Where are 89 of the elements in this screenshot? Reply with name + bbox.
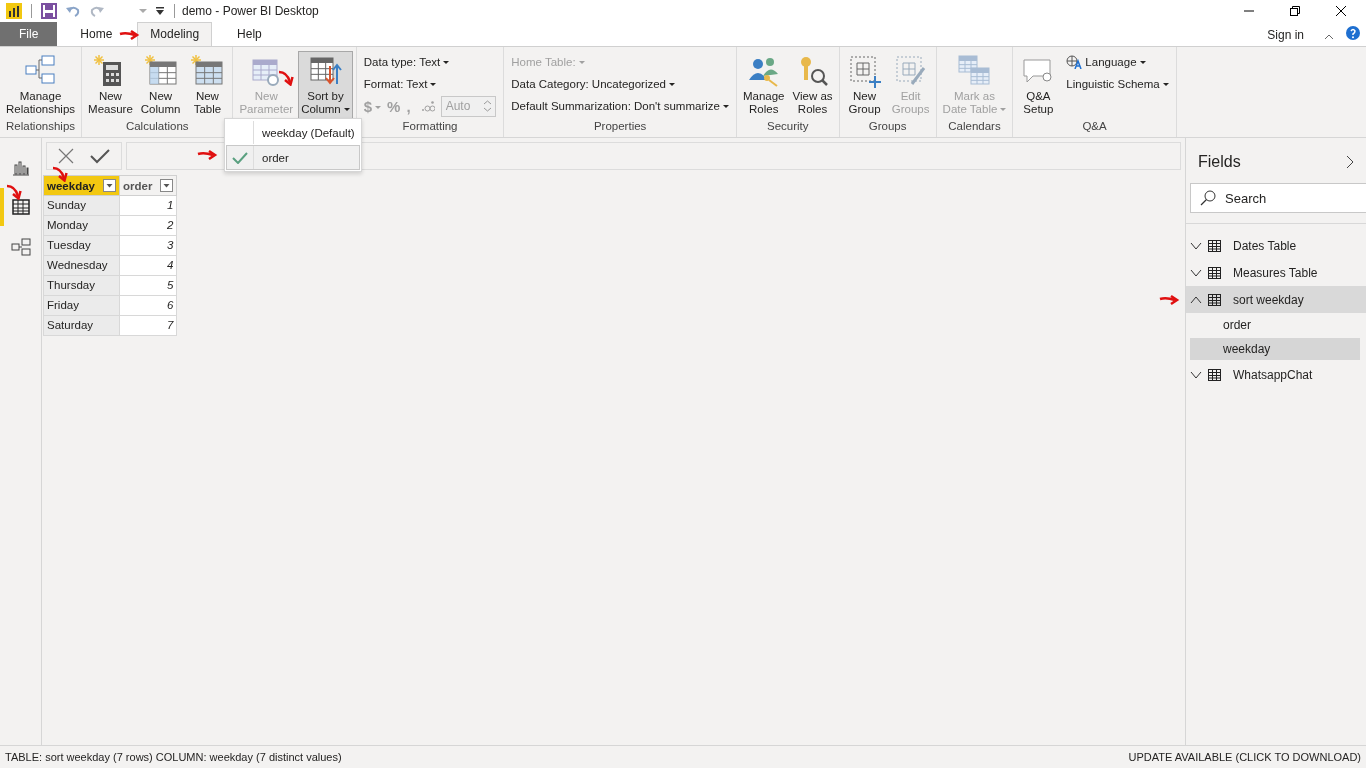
dropdown-button[interactable]: Linguistic Schema — [1062, 73, 1173, 95]
table-cell: Sunday — [43, 195, 120, 216]
help-icon — [1346, 26, 1360, 40]
table-cell: Monday — [43, 215, 120, 236]
table-icon — [1208, 293, 1221, 306]
ribbon-button[interactable]: New Column — [137, 51, 184, 119]
dropdown-button[interactable]: Data type: Text — [359, 51, 454, 73]
status-text: TABLE: sort weekday (7 rows) COLUMN: weekday (7 distinct values) — [5, 751, 342, 763]
group-label: Groups — [867, 120, 908, 134]
menu-item[interactable]: weekday (Default) — [226, 120, 360, 145]
customize-icon — [155, 6, 165, 16]
table-cell: Friday — [43, 295, 120, 316]
calendar-table-icon — [957, 54, 992, 88]
table-cell: Wednesday — [43, 255, 120, 276]
ribbon-tab[interactable]: Help — [232, 22, 267, 46]
group-label: Q&A — [1081, 120, 1108, 134]
table-cell: Saturday — [43, 315, 120, 336]
expand-icon — [1346, 155, 1354, 169]
filter-dropdown-icon — [103, 179, 116, 192]
ribbon-button[interactable]: View as Roles — [789, 51, 836, 119]
expand-icon — [1190, 241, 1202, 250]
caret-icon — [375, 106, 382, 110]
new-column-icon — [143, 54, 178, 88]
table-cell: Thursday — [43, 275, 120, 296]
collapse-icon — [1190, 295, 1202, 304]
restore-icon — [1290, 6, 1300, 16]
decimal-places-icon — [420, 100, 435, 112]
group-label: Security — [766, 120, 810, 134]
group-label: Formatting — [401, 120, 459, 134]
annotation-arrow — [278, 70, 294, 86]
close-icon — [1336, 6, 1346, 16]
field-table-item[interactable]: Measures Table — [1186, 259, 1366, 286]
field-table-item[interactable]: WhatsappChat — [1186, 361, 1366, 388]
filter-dropdown-icon — [160, 179, 174, 192]
annotation-arrow — [118, 28, 140, 42]
table-icon — [1208, 266, 1221, 279]
group-label: Calculations — [124, 120, 190, 134]
expand-icon — [1190, 268, 1202, 277]
table-icon — [1208, 368, 1221, 381]
data-view-icon — [10, 197, 31, 217]
annotation-arrow — [196, 148, 218, 162]
caret-icon — [139, 8, 147, 14]
ribbon-tab[interactable]: Home — [75, 22, 118, 46]
cancel-icon — [58, 148, 74, 164]
dropdown-button[interactable]: Language — [1062, 51, 1173, 73]
search-field[interactable]: Search — [1190, 183, 1366, 213]
pane-title: Fields — [1198, 153, 1241, 171]
group-label: Properties — [592, 120, 648, 134]
checkmark-icon — [232, 151, 248, 164]
table-icon — [1208, 239, 1221, 252]
annotation-arrow — [52, 166, 68, 182]
ribbon-button[interactable]: New Measure — [85, 51, 136, 119]
window-title: demo - Power BI Desktop — [182, 4, 319, 18]
annotation-arrow — [1158, 293, 1180, 307]
annotation-arrow — [6, 184, 22, 200]
model-view-icon — [10, 237, 31, 257]
new-table-icon — [190, 54, 225, 88]
spinner-arrows-icon — [484, 100, 492, 112]
ribbon-button[interactable]: Sort by Column — [298, 51, 353, 119]
commit-icon — [90, 148, 110, 164]
ribbon-button[interactable]: New Group — [842, 51, 887, 119]
ribbon-button[interactable]: Manage Roles — [739, 51, 788, 119]
field-table-item[interactable]: Dates Table — [1186, 232, 1366, 259]
column-header[interactable]: order — [119, 175, 177, 196]
ribbon-button[interactable]: New Table — [185, 51, 230, 119]
field-item[interactable]: order — [1190, 314, 1360, 336]
collapse-ribbon-icon — [1324, 34, 1334, 40]
search-icon — [1200, 190, 1216, 206]
save-icon — [41, 3, 57, 19]
ribbon-tab[interactable]: Modeling — [137, 22, 213, 46]
field-table-item[interactable]: sort weekday — [1186, 286, 1366, 313]
ribbon-button[interactable]: Manage Relationships — [3, 51, 79, 119]
dropdown-button[interactable]: Default Summarization: Don't summarize — [507, 95, 733, 117]
app-logo-icon — [6, 3, 22, 19]
file-tab[interactable]: File — [0, 22, 58, 46]
dropdown-button[interactable]: Format: Text — [359, 73, 441, 95]
group-label: Relationships — [5, 120, 77, 134]
table-cell: Tuesday — [43, 235, 120, 256]
ribbon-button[interactable]: Q&A Setup — [1016, 51, 1061, 119]
group-label: Calendars — [947, 120, 1002, 134]
expand-icon — [1190, 370, 1202, 379]
menu-item[interactable]: order — [226, 145, 360, 170]
dropdown-button[interactable]: Data Category: Uncategorized — [507, 73, 679, 95]
field-item[interactable]: weekday — [1190, 338, 1360, 360]
sign-in-link[interactable]: Sign in — [1267, 24, 1304, 46]
column-header[interactable]: weekday — [43, 175, 120, 196]
language-icon — [1066, 55, 1083, 69]
update-link[interactable]: UPDATE AVAILABLE (CLICK TO DOWNLOAD) — [1128, 751, 1361, 763]
new-group-icon — [847, 54, 882, 88]
